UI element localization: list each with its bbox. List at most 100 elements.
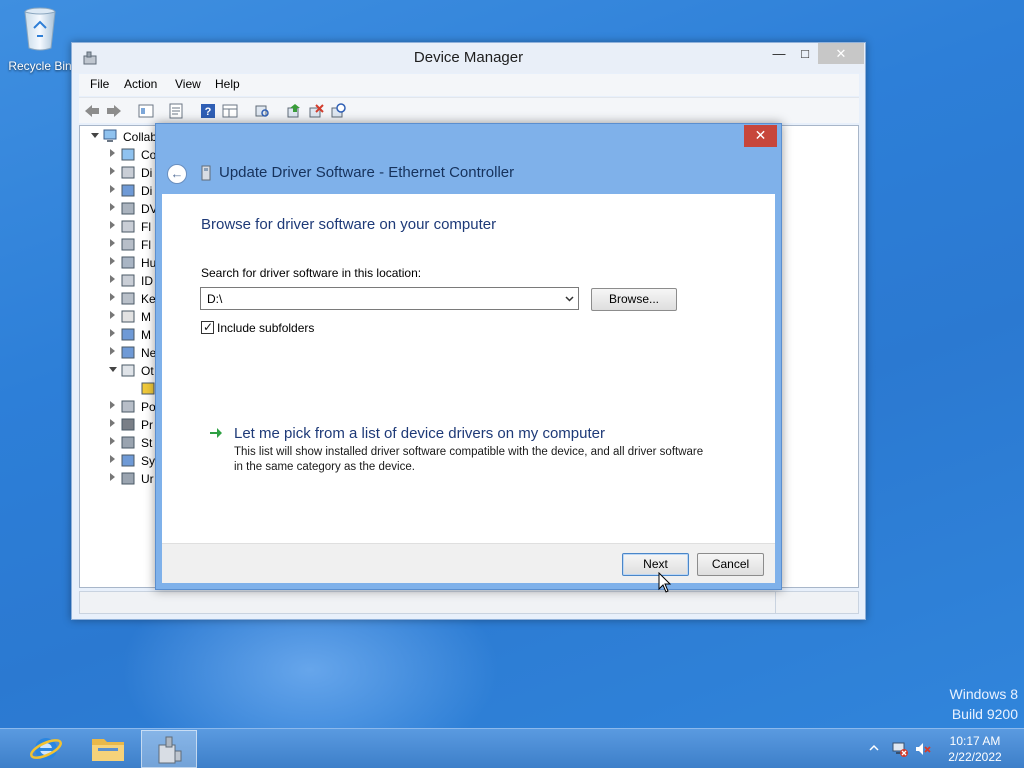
- status-divider: [775, 592, 776, 613]
- expand-arrow-icon[interactable]: [110, 185, 115, 193]
- collapse-arrow-icon[interactable]: [91, 133, 99, 138]
- window-title: Device Manager: [413, 49, 524, 66]
- taskbar-device-manager[interactable]: [141, 730, 197, 768]
- include-subfolders-checkbox[interactable]: ✓: [201, 320, 214, 334]
- device-category-icon: [121, 310, 135, 323]
- driver-path-value: D:\: [207, 292, 223, 306]
- expand-arrow-icon[interactable]: [110, 419, 115, 427]
- tree-item-label: M: [141, 310, 151, 324]
- cancel-button[interactable]: Cancel: [697, 553, 764, 576]
- folder-icon: [92, 739, 124, 761]
- tree-item-label: Ot: [141, 364, 154, 378]
- pick-from-list-description: This list will show installed driver sof…: [234, 446, 704, 473]
- watermark-line-1: Windows 8: [949, 686, 1018, 702]
- clock-time[interactable]: 10:17 AM: [940, 734, 1010, 748]
- taskbar-internet-explorer[interactable]: [18, 730, 74, 768]
- svg-text:?: ?: [205, 106, 212, 118]
- expand-arrow-icon[interactable]: [110, 221, 115, 229]
- status-bar: [79, 591, 859, 614]
- taskbar-file-explorer[interactable]: [80, 730, 136, 768]
- expand-arrow-icon[interactable]: [110, 293, 115, 301]
- uninstall-device-icon[interactable]: [307, 102, 325, 120]
- mouse-cursor-icon: [658, 572, 672, 593]
- next-button[interactable]: Next: [622, 553, 689, 576]
- expand-arrow-icon[interactable]: [110, 203, 115, 211]
- update-driver-dialog: ✕ ← Update Driver Software - Ethernet Co…: [155, 123, 782, 590]
- recycle-bin-label: Recycle Bin: [8, 59, 72, 73]
- tree-item-label: Ur: [141, 472, 154, 486]
- tree-item-label: M: [141, 328, 151, 342]
- device-category-icon: [121, 328, 135, 341]
- update-driver-icon[interactable]: [285, 102, 303, 120]
- toolbar: ?: [79, 97, 859, 123]
- menu-action[interactable]: Action: [124, 77, 157, 91]
- include-subfolders-label[interactable]: Include subfolders: [217, 321, 314, 335]
- view-grid-icon[interactable]: [221, 102, 239, 120]
- help-icon[interactable]: ?: [199, 102, 217, 120]
- show-hidden-icons-chevron-icon[interactable]: [869, 744, 879, 752]
- device-category-icon: [121, 436, 135, 449]
- dialog-close-button[interactable]: ✕: [744, 125, 777, 147]
- expand-arrow-icon[interactable]: [110, 455, 115, 463]
- expand-arrow-icon[interactable]: [110, 437, 115, 445]
- green-arrow-icon[interactable]: [209, 427, 223, 439]
- close-button[interactable]: ✕: [818, 43, 864, 64]
- expand-arrow-icon[interactable]: [110, 167, 115, 175]
- expand-arrow-icon[interactable]: [110, 275, 115, 283]
- device-category-icon: [121, 292, 135, 305]
- expand-arrow-icon[interactable]: [110, 311, 115, 319]
- device-category-icon: [121, 256, 135, 269]
- internet-explorer-icon: [30, 738, 62, 760]
- network-error-icon[interactable]: [891, 740, 909, 758]
- maximize-button[interactable]: □: [792, 43, 818, 64]
- expand-arrow-icon[interactable]: [110, 239, 115, 247]
- expand-arrow-icon[interactable]: [110, 401, 115, 409]
- enable-device-icon[interactable]: [329, 102, 347, 120]
- warning-device-icon: [141, 382, 155, 395]
- expand-arrow-icon[interactable]: [110, 329, 115, 337]
- collapse-arrow-icon[interactable]: [109, 367, 117, 372]
- device-category-icon: [121, 220, 135, 233]
- driver-path-combobox[interactable]: D:\: [200, 287, 579, 310]
- tree-item-label: Sy: [141, 454, 156, 468]
- menu-help[interactable]: Help: [215, 77, 240, 91]
- tree-item-label: Di: [141, 166, 153, 180]
- show-hidden-icon[interactable]: [167, 102, 185, 120]
- watermark-line-2: Build 9200: [951, 706, 1018, 722]
- recycle-bin-icon: [24, 7, 56, 51]
- chevron-down-icon[interactable]: [565, 294, 574, 303]
- recycle-bin-shortcut[interactable]: Recycle Bin: [6, 6, 74, 73]
- expand-arrow-icon[interactable]: [110, 473, 115, 481]
- minimize-button[interactable]: —: [766, 43, 792, 64]
- clock-date[interactable]: 2/22/2022: [940, 750, 1010, 764]
- computer-icon: [103, 129, 117, 142]
- device-category-icon: [121, 400, 135, 413]
- properties-grid-icon[interactable]: [137, 102, 155, 120]
- device-category-icon: [121, 166, 135, 179]
- pick-from-list-link[interactable]: Let me pick from a list of device driver…: [234, 425, 605, 442]
- expand-arrow-icon[interactable]: [110, 149, 115, 157]
- menu-view[interactable]: View: [175, 77, 201, 91]
- menu-file[interactable]: File: [90, 77, 109, 91]
- tree-root[interactable]: Collab: [62, 128, 162, 146]
- device-category-icon: [121, 184, 135, 197]
- device-category-icon: [121, 202, 135, 215]
- scan-hardware-icon[interactable]: [253, 102, 271, 120]
- browse-button[interactable]: Browse...: [591, 288, 677, 311]
- device-manager-taskbar-icon: [158, 736, 182, 764]
- volume-muted-icon[interactable]: [914, 740, 932, 758]
- windows-build-watermark: Windows 8 Build 9200: [950, 684, 1018, 724]
- forward-arrow-icon[interactable]: [105, 102, 123, 120]
- network-device-icon: [201, 165, 211, 181]
- tree-item-label: Ke: [141, 292, 156, 306]
- dialog-content: Browse for driver software on your compu…: [162, 194, 775, 543]
- expand-arrow-icon[interactable]: [110, 257, 115, 265]
- back-button[interactable]: ←: [167, 164, 187, 184]
- back-arrow-icon: ←: [170, 166, 184, 181]
- device-category-icon: [121, 418, 135, 431]
- tree-item-label: Di: [141, 184, 153, 198]
- expand-arrow-icon[interactable]: [110, 347, 115, 355]
- taskbar: 10:17 AM 2/22/2022: [0, 728, 1024, 768]
- device-category-icon: [121, 274, 135, 287]
- back-arrow-icon[interactable]: [83, 102, 101, 120]
